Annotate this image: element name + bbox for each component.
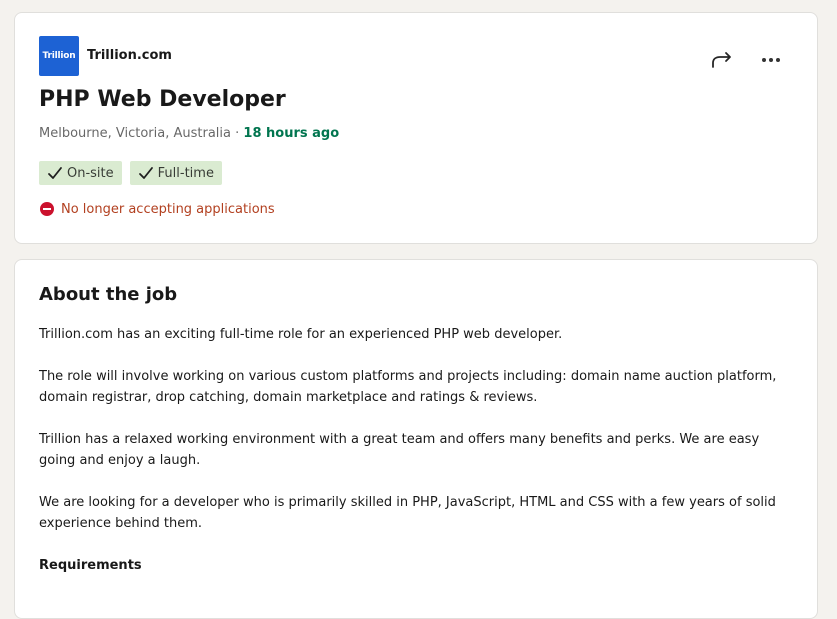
about-heading: About the job [39,284,178,305]
job-header-card: Trillion Trillion.com PHP Web Developer … [14,12,818,244]
tag-full-time: Full-time [129,161,222,185]
meta-separator: · [231,126,244,141]
job-location: Melbourne, Victoria, Australia [39,126,231,141]
tag-label: On-site [67,165,114,181]
description-paragraph: Trillion has a relaxed working environme… [39,432,760,468]
job-title: PHP Web Developer [39,87,286,112]
tag-on-site: On-site [39,161,122,185]
status-text: No longer accepting applications [61,201,275,217]
about-job-card: About the job Trillion.com has an exciti… [14,259,818,619]
requirements-heading: Requirements [39,558,142,573]
posted-time: 18 hours ago [243,126,340,141]
share-button[interactable] [708,46,736,74]
checkmark-icon [48,167,62,179]
checkmark-icon [138,167,153,179]
more-options-button[interactable] [757,46,785,74]
company-logo-text: Trillion [42,51,76,61]
share-arrow-icon [712,52,731,68]
application-status: No longer accepting applications [39,201,275,217]
company-name-link[interactable]: Trillion.com [87,48,172,63]
job-meta: Melbourne, Victoria, Australia · 18 hour… [39,126,339,141]
description-paragraph: Trillion.com has an exciting full-time r… [39,327,563,342]
no-entry-icon [40,202,54,216]
tag-label: Full-time [157,165,214,181]
company-logo[interactable]: Trillion [39,36,79,76]
description-paragraph: We are looking for a developer who is pr… [39,495,776,531]
ellipsis-icon [762,58,780,62]
job-description: Trillion.com has an exciting full-time r… [39,324,799,597]
description-paragraph: The role will involve working on various… [39,369,777,405]
job-tags: On-site Full-time [39,161,222,185]
